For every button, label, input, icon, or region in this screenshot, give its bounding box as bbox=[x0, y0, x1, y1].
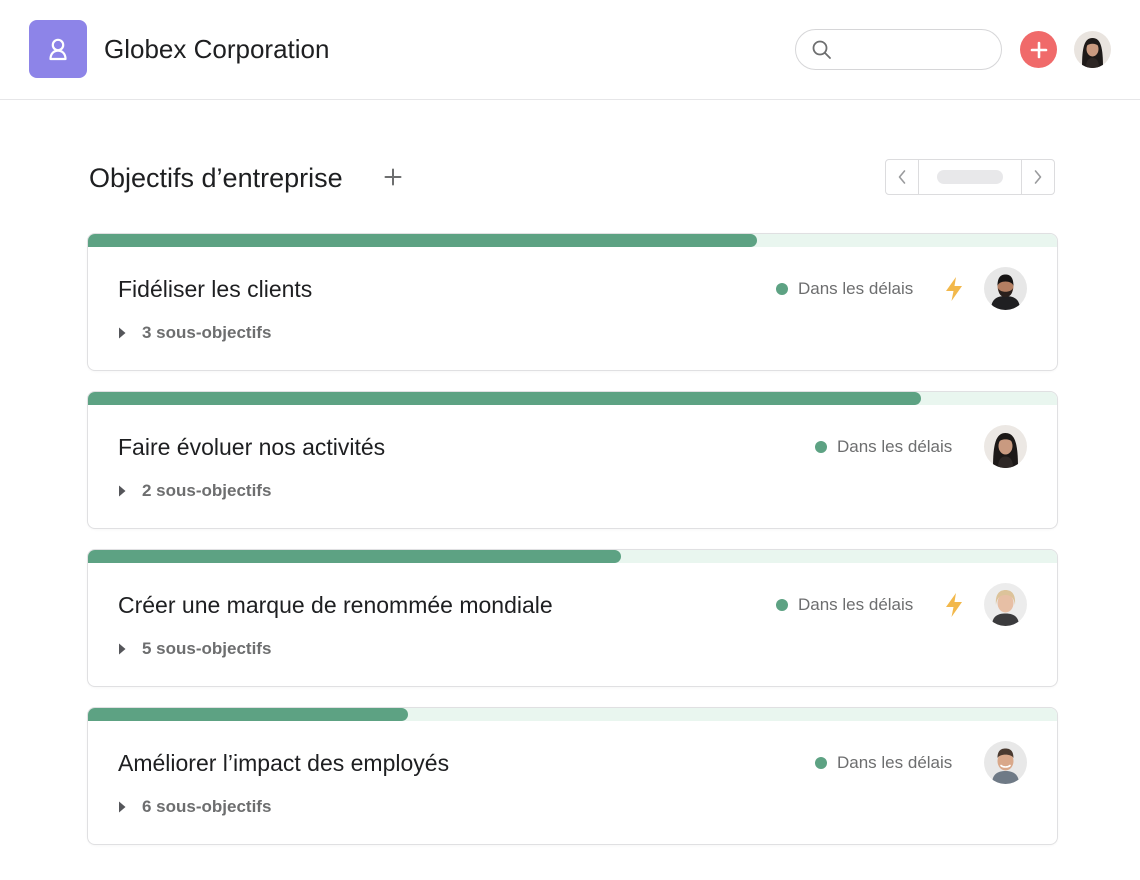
status: Dans les délais bbox=[815, 748, 952, 778]
plus-icon bbox=[384, 168, 402, 186]
caret-right-icon bbox=[118, 327, 130, 339]
progress-fill bbox=[88, 234, 757, 247]
subgoals-toggle[interactable]: 3 sous-objectifs bbox=[118, 323, 271, 343]
status-dot bbox=[776, 283, 788, 295]
previous-page-button[interactable] bbox=[886, 160, 919, 194]
status-label: Dans les délais bbox=[798, 279, 914, 298]
subgoals-toggle[interactable]: 6 sous-objectifs bbox=[118, 797, 271, 817]
search-input[interactable] bbox=[840, 38, 990, 62]
status: Dans les délais bbox=[776, 590, 913, 620]
progress-fill bbox=[88, 708, 408, 721]
owner-avatar[interactable] bbox=[984, 741, 1027, 784]
avatar-man-icon bbox=[984, 741, 1027, 784]
caret-right-icon bbox=[118, 485, 130, 497]
progress-fill bbox=[88, 392, 922, 405]
avatar-woman-icon bbox=[984, 425, 1027, 468]
status-dot bbox=[815, 757, 827, 769]
progress-fill bbox=[88, 550, 621, 563]
goal-card-ameliorer-impact[interactable]: Améliorer l’impact des employés 6 sous-o… bbox=[87, 707, 1058, 845]
progress-track bbox=[88, 708, 1057, 721]
page-indicator bbox=[937, 170, 1003, 184]
owner-avatar[interactable] bbox=[984, 267, 1027, 310]
goal-title[interactable]: Créer une marque de renommée mondiale bbox=[118, 590, 553, 620]
owner-avatar[interactable] bbox=[984, 583, 1027, 626]
search-icon bbox=[812, 40, 831, 59]
search-box[interactable] bbox=[795, 29, 1002, 70]
goal-title[interactable]: Fidéliser les clients bbox=[118, 274, 312, 304]
subgoals-toggle[interactable]: 2 sous-objectifs bbox=[118, 481, 271, 501]
chevron-right-icon bbox=[1034, 170, 1042, 184]
avatar-woman-blonde-icon bbox=[984, 583, 1027, 626]
plus-icon bbox=[1030, 41, 1047, 58]
caret-right-icon bbox=[118, 801, 130, 813]
status-label: Dans les délais bbox=[798, 595, 914, 614]
progress-track bbox=[88, 234, 1057, 247]
progress-track bbox=[88, 550, 1057, 563]
owner-avatar[interactable] bbox=[984, 425, 1027, 468]
subgoals-count: 3 sous-objectifs bbox=[142, 323, 272, 342]
progress-track bbox=[88, 392, 1057, 405]
status-label: Dans les délais bbox=[837, 437, 953, 456]
goal-card-creer-marque[interactable]: Créer une marque de renommée mondiale 5 … bbox=[87, 549, 1058, 687]
page-title: Objectifs d’entreprise bbox=[89, 163, 343, 193]
subgoals-count: 2 sous-objectifs bbox=[142, 481, 272, 500]
goal-title[interactable]: Faire évoluer nos activités bbox=[118, 432, 385, 462]
top-bar: Globex Corporation bbox=[0, 0, 1140, 100]
status-label: Dans les délais bbox=[837, 753, 953, 772]
org-logo[interactable] bbox=[29, 20, 87, 78]
lightning-icon bbox=[946, 593, 962, 617]
goal-card-fideliser[interactable]: Fidéliser les clients 3 sous-objectifs D… bbox=[87, 233, 1058, 371]
add-goal-button[interactable] bbox=[380, 163, 406, 191]
subgoals-count: 6 sous-objectifs bbox=[142, 797, 272, 816]
goal-title[interactable]: Améliorer l’impact des employés bbox=[118, 748, 449, 778]
goal-card-faire-evoluer[interactable]: Faire évoluer nos activités 2 sous-objec… bbox=[87, 391, 1058, 529]
caret-right-icon bbox=[118, 643, 130, 655]
next-page-button[interactable] bbox=[1021, 160, 1054, 194]
user-avatar[interactable] bbox=[1074, 31, 1111, 68]
status: Dans les délais bbox=[815, 432, 952, 462]
status-dot bbox=[776, 599, 788, 611]
user-outline-icon bbox=[49, 38, 67, 61]
org-name: Globex Corporation bbox=[104, 34, 330, 64]
avatar-woman-icon bbox=[1074, 31, 1111, 68]
subgoals-toggle[interactable]: 5 sous-objectifs bbox=[118, 639, 271, 659]
avatar-man-beard-icon bbox=[984, 267, 1027, 310]
quick-add-button[interactable] bbox=[1020, 31, 1057, 68]
status: Dans les délais bbox=[776, 274, 913, 304]
subgoals-count: 5 sous-objectifs bbox=[142, 639, 272, 658]
status-dot bbox=[815, 441, 827, 453]
pagination bbox=[885, 159, 1055, 195]
lightning-icon bbox=[946, 277, 962, 301]
chevron-left-icon bbox=[898, 170, 906, 184]
